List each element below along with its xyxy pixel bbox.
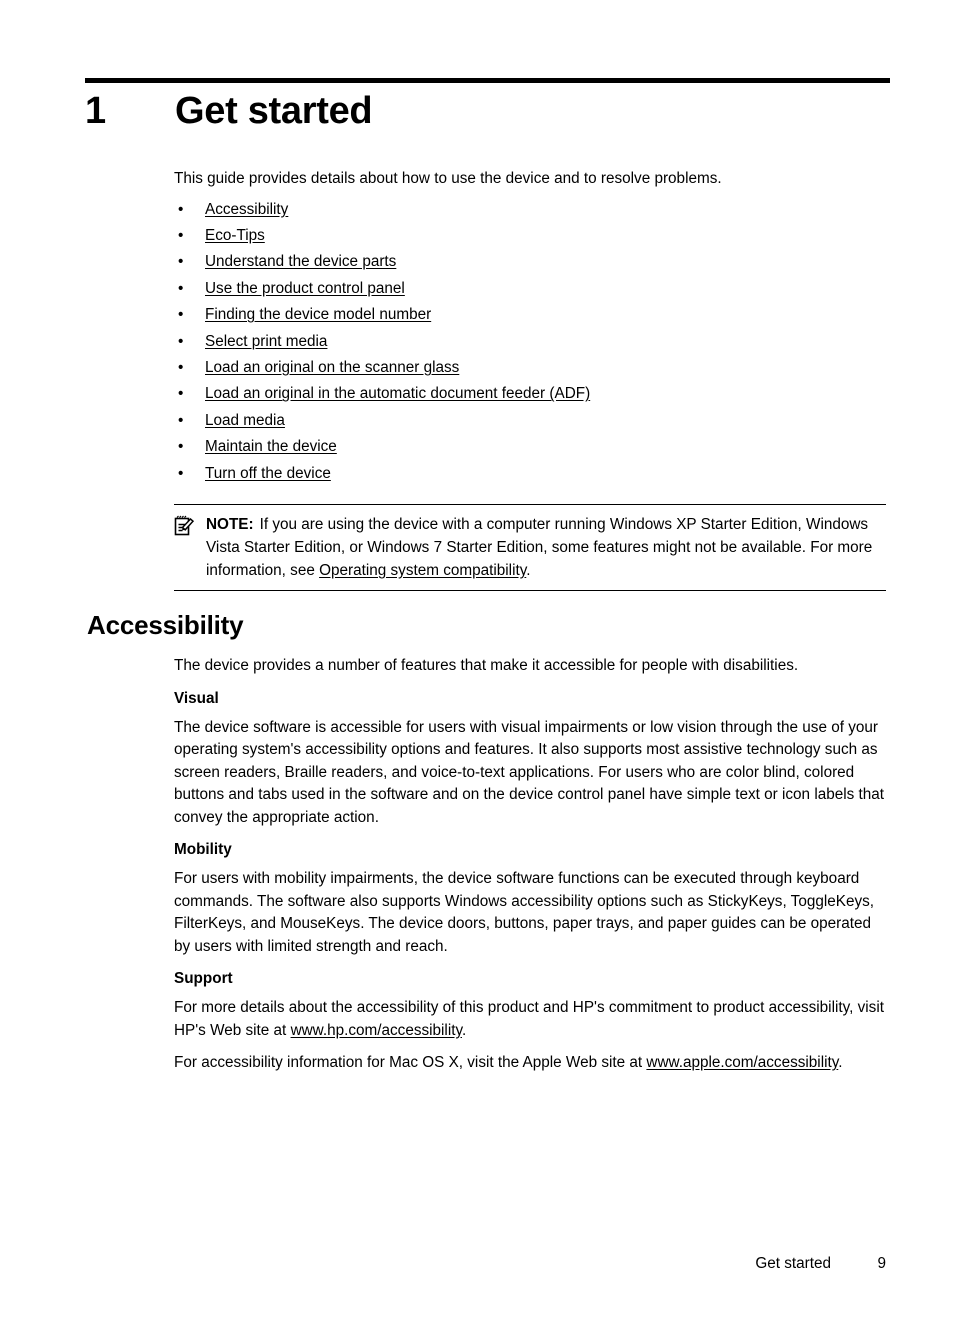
bullet-icon: • xyxy=(178,385,184,403)
bullet-icon: • xyxy=(178,411,184,429)
note-body-before-link: If you are using the device with a compu… xyxy=(206,515,873,579)
list-item[interactable]: • Load media xyxy=(174,408,886,434)
page-title: Get started xyxy=(175,90,373,132)
link-apple-accessibility[interactable]: www.apple.com/accessibility xyxy=(646,1054,838,1071)
list-item[interactable]: • Eco-Tips xyxy=(174,223,886,249)
bullet-icon: • xyxy=(178,438,184,456)
footer-chapter-label: Get started xyxy=(755,1255,831,1272)
note-pencil-icon xyxy=(174,513,206,537)
note-text: NOTE: If you are using the device with a … xyxy=(206,513,886,582)
bullet-icon: • xyxy=(178,306,184,324)
link-operating-system-compatibility[interactable]: Operating system compatibility xyxy=(319,562,526,579)
support-paragraph-hp: For more details about the accessibility… xyxy=(174,997,886,1042)
bullet-icon: • xyxy=(178,200,184,218)
list-item[interactable]: • Accessibility xyxy=(174,197,886,223)
document-page: 1 Get started This guide provides detail… xyxy=(0,0,954,1321)
chapter-header-rule xyxy=(85,78,890,83)
list-item[interactable]: • Turn off the device xyxy=(174,461,886,487)
link-eco-tips[interactable]: Eco-Tips xyxy=(205,227,265,244)
list-item[interactable]: • Maintain the device xyxy=(174,434,886,460)
note-body-after-link: . xyxy=(526,561,531,579)
bullet-icon: • xyxy=(178,358,184,376)
link-understand-the-device-parts[interactable]: Understand the device parts xyxy=(205,253,396,270)
link-hp-accessibility[interactable]: www.hp.com/accessibility xyxy=(291,1022,462,1039)
bullet-icon: • xyxy=(178,464,184,482)
note-admonition: NOTE: If you are using the device with a … xyxy=(174,503,886,591)
subsection-heading-visual: Visual xyxy=(174,689,219,707)
section-body-accessibility: The device provides a number of features… xyxy=(174,655,886,1085)
support-hp-text-before-link: For more details about the accessibility… xyxy=(174,999,884,1039)
section-intro-paragraph: The device provides a number of features… xyxy=(174,657,799,674)
footer-page-number: 9 xyxy=(877,1255,886,1272)
bullet-icon: • xyxy=(178,332,184,350)
support-paragraph-apple: For accessibility information for Mac OS… xyxy=(174,1052,886,1075)
support-apple-text-before-link: For accessibility information for Mac OS… xyxy=(174,1054,647,1071)
list-item[interactable]: • Use the product control panel xyxy=(174,276,886,302)
link-load-an-original-on-the-scanner-glass[interactable]: Load an original on the scanner glass xyxy=(205,359,459,376)
subsection-heading-mobility: Mobility xyxy=(174,841,232,858)
section-heading-accessibility: Accessibility xyxy=(87,610,244,640)
bullet-icon: • xyxy=(178,226,184,244)
link-select-print-media[interactable]: Select print media xyxy=(205,333,327,350)
intro-paragraph: This guide provides details about how to… xyxy=(174,170,722,187)
support-hp-text-after-link: . xyxy=(462,1021,467,1039)
link-accessibility[interactable]: Accessibility xyxy=(205,201,288,218)
link-maintain-the-device[interactable]: Maintain the device xyxy=(205,438,337,455)
note-label: NOTE: xyxy=(206,515,254,533)
chapter-intro-block: This guide provides details about how to… xyxy=(174,168,886,591)
list-item[interactable]: • Understand the device parts xyxy=(174,249,886,275)
link-turn-off-the-device[interactable]: Turn off the device xyxy=(205,465,331,482)
subsection-heading-support: Support xyxy=(174,970,233,987)
support-apple-text-after-link: . xyxy=(838,1054,843,1071)
chapter-topic-list: • Accessibility • Eco-Tips • Understand … xyxy=(174,197,886,487)
bullet-icon: • xyxy=(178,279,184,297)
list-item[interactable]: • Load an original in the automatic docu… xyxy=(174,381,886,407)
list-item[interactable]: • Finding the device model number xyxy=(174,302,886,328)
page-footer: Get started 9 xyxy=(174,1255,886,1273)
chapter-header: 1 Get started xyxy=(85,90,895,132)
chapter-number: 1 xyxy=(85,90,107,132)
subsection-paragraph-mobility: For users with mobility impairments, the… xyxy=(174,870,875,955)
list-item[interactable]: • Load an original on the scanner glass xyxy=(174,355,886,381)
subsection-paragraph-visual: The device software is accessible for us… xyxy=(174,718,885,826)
link-finding-the-device-model-number[interactable]: Finding the device model number xyxy=(205,306,431,323)
bullet-icon: • xyxy=(178,253,184,271)
link-load-an-original-in-the-adf[interactable]: Load an original in the automatic docume… xyxy=(205,385,590,402)
link-use-the-product-control-panel[interactable]: Use the product control panel xyxy=(205,280,405,297)
list-item[interactable]: • Select print media xyxy=(174,329,886,355)
link-load-media[interactable]: Load media xyxy=(205,412,285,429)
